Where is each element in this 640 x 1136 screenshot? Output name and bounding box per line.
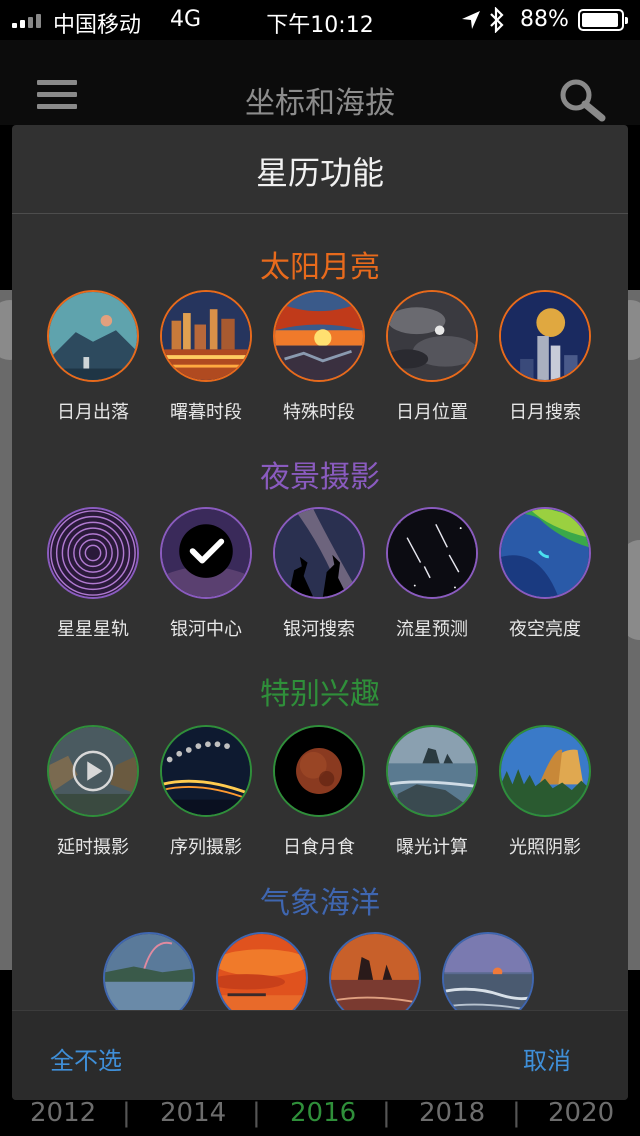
feature-weather-rainbow[interactable]	[92, 932, 206, 1010]
galactic-center-checked-icon	[160, 507, 252, 599]
feature-sun-moon-search[interactable]: 日月搜索	[488, 290, 602, 424]
feature-light-shadow[interactable]: 光照阴影	[488, 725, 602, 859]
moon-over-mountain-icon	[47, 290, 139, 382]
feature-special-times[interactable]: 特殊时段	[262, 290, 376, 424]
feature-sequence[interactable]: 序列摄影	[149, 725, 263, 859]
moon-in-clouds-icon	[386, 290, 478, 382]
feature-sky-brightness[interactable]: 夜空亮度	[488, 507, 602, 641]
timeline-year[interactable]: 2014	[160, 1098, 226, 1128]
star-trails-icon	[47, 507, 139, 599]
city-skyline-dusk-icon	[160, 290, 252, 382]
light-pollution-map-icon	[499, 507, 591, 599]
dialog-footer: 全不选 取消	[12, 1010, 628, 1100]
feature-label: 延时摄影	[57, 837, 129, 858]
cancel-button[interactable]: 取消	[523, 1041, 571, 1076]
ephemeris-features-dialog: 星历功能 太阳月亮 日月出落 曙暮时段 特殊时段 日月位置 日月搜索 夜景摄影 …	[12, 125, 628, 1100]
feature-label: 流星预测	[396, 619, 468, 640]
half-dome-forest-icon	[499, 725, 591, 817]
deselect-all-button[interactable]: 全不选	[50, 1041, 122, 1076]
timeline-year[interactable]: 2018	[419, 1098, 485, 1128]
feature-list[interactable]: 太阳月亮 日月出落 曙暮时段 特殊时段 日月位置 日月搜索 夜景摄影 星星星轨 …	[12, 214, 628, 1010]
eclipse-sequence-bridge-icon	[160, 725, 252, 817]
timeline-separator: |	[252, 1098, 261, 1128]
seascape-rocks-icon	[386, 725, 478, 817]
feature-label: 日月位置	[396, 402, 468, 423]
section-title-sun-moon: 太阳月亮	[260, 250, 380, 285]
status-bar: 中国移动 4G 下午10:12 88%	[0, 0, 640, 40]
page-title: 坐标和海拔	[245, 86, 395, 121]
dialog-title: 星历功能	[255, 154, 384, 192]
timeline-separator: |	[382, 1098, 391, 1128]
feature-sun-moon-position[interactable]: 日月位置	[375, 290, 489, 424]
timeline-year[interactable]: 2020	[548, 1098, 614, 1128]
meteor-shower-icon	[386, 507, 478, 599]
milky-way-silhouette-icon	[273, 507, 365, 599]
feature-ocean[interactable]	[431, 932, 545, 1010]
feature-timelapse[interactable]: 延时摄影	[36, 725, 150, 859]
location-arrow-icon	[461, 10, 481, 36]
sunset-sea-stacks-icon	[329, 932, 421, 1010]
section-title-weather-ocean: 气象海洋	[260, 886, 380, 921]
full-moon-tower-icon	[499, 290, 591, 382]
orange-sky-pier-icon	[216, 932, 308, 1010]
feature-tides[interactable]	[318, 932, 432, 1010]
feature-weather-sky[interactable]	[205, 932, 319, 1010]
feature-label: 星星星轨	[57, 619, 129, 640]
timeline-separator: |	[512, 1098, 521, 1128]
feature-label: 特殊时段	[283, 402, 355, 423]
feature-sunrise-sunset[interactable]: 日月出落	[36, 290, 150, 424]
section-title-special-interests: 特别兴趣	[260, 677, 380, 712]
feature-milky-way-search[interactable]: 银河搜索	[262, 507, 376, 641]
timelapse-play-icon	[47, 725, 139, 817]
feature-star-trails[interactable]: 星星星轨	[36, 507, 150, 641]
feature-label: 曙暮时段	[170, 402, 242, 423]
feature-label: 日月出落	[57, 402, 129, 423]
feature-exposure-calculator[interactable]: 曝光计算	[375, 725, 489, 859]
search-icon[interactable]	[558, 78, 608, 122]
feature-label: 光照阴影	[509, 837, 581, 858]
rainbow-lake-icon	[103, 932, 195, 1010]
section-title-night-photography: 夜景摄影	[260, 460, 380, 495]
battery-icon	[578, 9, 628, 31]
feature-galactic-center[interactable]: 银河中心	[149, 507, 263, 641]
timeline-year-active[interactable]: 2016	[290, 1098, 356, 1128]
battery-percentage: 88%	[520, 7, 569, 32]
feature-label: 银河搜索	[283, 619, 355, 640]
timeline-year[interactable]: 2012	[30, 1098, 96, 1128]
feature-label: 日食月食	[283, 837, 355, 858]
blood-moon-icon	[273, 725, 365, 817]
feature-label: 日月搜索	[509, 402, 581, 423]
ocean-sunset-icon	[442, 932, 534, 1010]
bluetooth-icon	[488, 6, 506, 39]
feature-label: 银河中心	[170, 619, 242, 640]
feature-label: 曝光计算	[396, 837, 468, 858]
sun-through-arch-icon	[273, 290, 365, 382]
timeline-separator: |	[122, 1098, 131, 1128]
feature-label: 夜空亮度	[509, 619, 581, 640]
feature-label: 序列摄影	[170, 837, 242, 858]
feature-twilight[interactable]: 曙暮时段	[149, 290, 263, 424]
nav-bar: 坐标和海拔	[0, 40, 640, 125]
feature-meteor-forecast[interactable]: 流星预测	[375, 507, 489, 641]
feature-eclipse[interactable]: 日食月食	[262, 725, 376, 859]
